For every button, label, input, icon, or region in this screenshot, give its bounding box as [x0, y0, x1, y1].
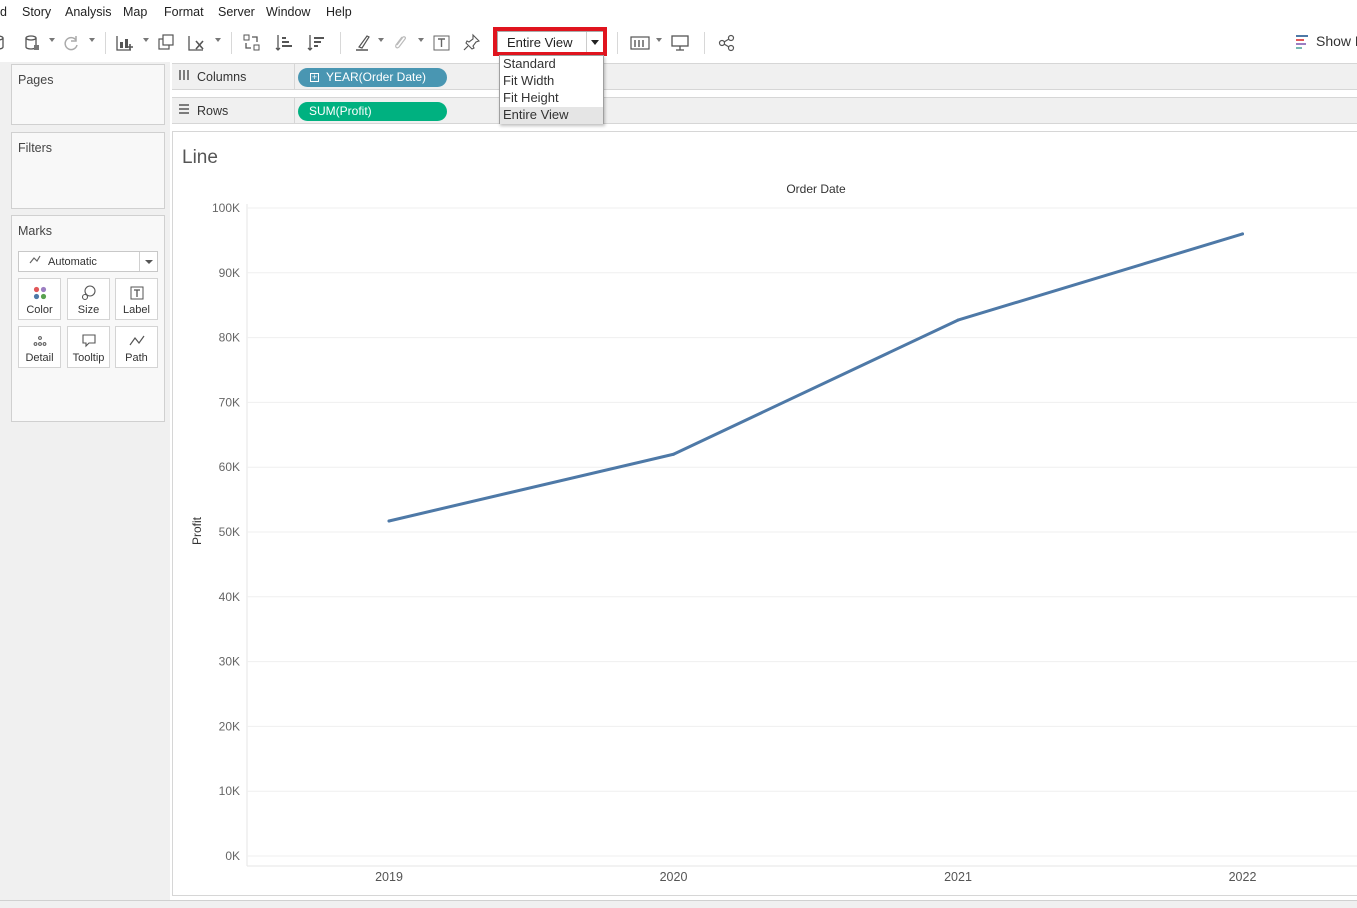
- fit-view-dropdown-menu: Standard Fit Width Fit Height Entire View: [499, 55, 604, 124]
- x-tick-label: 2022: [1229, 870, 1257, 884]
- y-tick-label: 70K: [219, 395, 240, 409]
- y-tick-label: 50K: [219, 525, 240, 539]
- fit-option-fit-height[interactable]: Fit Height: [500, 90, 603, 107]
- y-tick-label: 10K: [219, 784, 240, 798]
- y-tick-label: 80K: [219, 331, 240, 345]
- y-tick-label: 90K: [219, 266, 240, 280]
- y-tick-label: 20K: [219, 719, 240, 733]
- fit-option-entire-view[interactable]: Entire View: [500, 107, 603, 124]
- sheet-tabs-bar: [0, 900, 1357, 908]
- data-point: [672, 452, 675, 456]
- y-tick-label: 60K: [219, 460, 240, 474]
- x-tick-label: 2021: [944, 870, 972, 884]
- line-chart: 0K 10K 20K 30K 40K 50K 60K 70K 80K 90K 100K Order D…: [190, 182, 1357, 884]
- data-point: [387, 519, 391, 523]
- x-tick-label: 2019: [375, 870, 403, 884]
- fit-option-standard[interactable]: Standard: [500, 56, 603, 73]
- fit-option-fit-width[interactable]: Fit Width: [500, 73, 603, 90]
- y-tick-label: 0K: [225, 849, 240, 863]
- y-tick-label: 40K: [219, 590, 240, 604]
- x-header-label: Order Date: [786, 182, 846, 196]
- data-point: [1241, 232, 1244, 236]
- y-tick-label: 100K: [212, 201, 240, 215]
- y-axis-title: Profit: [190, 516, 204, 545]
- profit-line: [387, 232, 1244, 523]
- x-tick-label: 2020: [660, 870, 688, 884]
- tableau-window: d Story Analysis Map Format Server Windo…: [0, 0, 1357, 908]
- y-tick-label: 30K: [219, 655, 240, 669]
- data-point: [956, 318, 960, 322]
